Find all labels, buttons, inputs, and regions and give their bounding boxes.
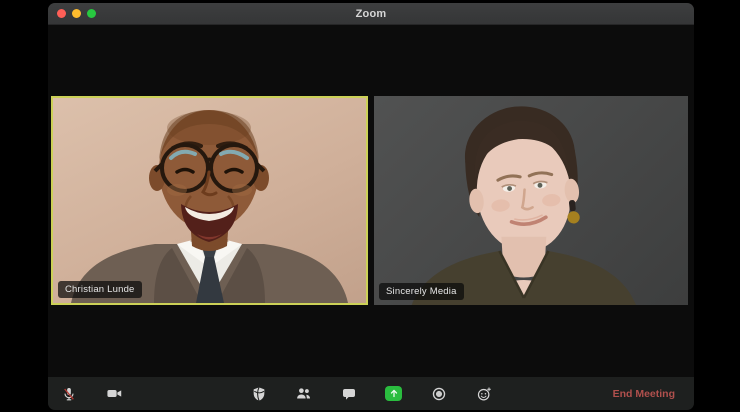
video-tile-sincerely-media[interactable]: Sincerely Media [374, 96, 688, 305]
mute-button[interactable] [60, 385, 77, 402]
reactions-button[interactable] [475, 385, 492, 402]
participant-video-sincerely-media [411, 106, 637, 305]
video-area: Christian Lunde Sincerely Media [48, 25, 694, 377]
participants-button[interactable] [295, 385, 312, 402]
participant-name-tag: Sincerely Media [379, 282, 464, 300]
window-controls [57, 3, 96, 24]
participant-name-tag: Christian Lunde [58, 280, 142, 298]
close-window-button[interactable] [57, 9, 66, 18]
window-title: Zoom [355, 7, 387, 20]
video-camera-icon [107, 389, 122, 398]
title-bar: Zoom [48, 3, 694, 25]
video-button[interactable] [106, 385, 123, 402]
toolbar-center-group [250, 385, 492, 402]
participants-icon [297, 388, 311, 399]
reactions-smiley-icon [477, 386, 491, 400]
security-button[interactable] [250, 385, 267, 402]
minimize-window-button[interactable] [72, 9, 81, 18]
chat-bubble-icon [342, 388, 355, 400]
record-button[interactable] [430, 385, 447, 402]
security-shield-icon [253, 386, 264, 401]
end-meeting-button[interactable]: End Meeting [607, 387, 681, 401]
record-icon [432, 387, 445, 400]
toolbar-left-group [60, 385, 123, 402]
share-screen-icon [385, 386, 402, 401]
microphone-muted-icon [63, 387, 74, 400]
participant-video-christian-lunde [71, 110, 348, 303]
video-tile-christian-lunde[interactable]: Christian Lunde [51, 96, 368, 305]
chat-button[interactable] [340, 385, 357, 402]
share-screen-button[interactable] [385, 385, 402, 402]
fullscreen-window-button[interactable] [87, 9, 96, 18]
meeting-toolbar: End Meeting [48, 377, 694, 410]
zoom-window: Zoom Christian Lunde Sincerely Media End… [48, 3, 694, 410]
